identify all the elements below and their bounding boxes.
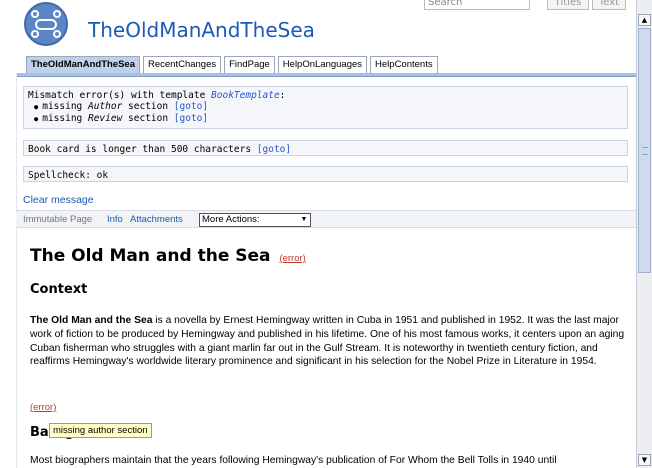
goto-review-link[interactable]: [goto]	[174, 113, 208, 124]
background-paragraph: Most biographers maintain that the years…	[30, 455, 557, 466]
page-title-text: The Old Man and the Sea	[30, 246, 271, 266]
context-heading: Context	[30, 282, 88, 297]
nav-tabs: TheOldManAndTheSea RecentChanges FindPag…	[26, 56, 438, 73]
section-error-link[interactable]: (error)	[30, 402, 56, 413]
goto-card-link[interactable]: [goto]	[257, 144, 291, 155]
search-input[interactable]: Search	[424, 0, 530, 10]
error-item-section: Review	[87, 113, 123, 124]
context-paragraph: The Old Man and the Sea is a novella by …	[30, 314, 626, 369]
scroll-up-icon[interactable]: ▲	[638, 14, 651, 26]
list-item: missing Review section [goto]	[34, 113, 623, 125]
error-item-suffix: section	[122, 101, 174, 112]
template-error-message: Mismatch error(s) with template BookTemp…	[23, 86, 628, 129]
tab-theoldmanandthesea[interactable]: TheOldManAndTheSea	[26, 56, 140, 73]
error-item-section: Author	[87, 101, 123, 112]
content-left-border	[16, 73, 17, 468]
tab-underline-divider	[16, 73, 636, 77]
grip-icon	[642, 147, 648, 155]
tab-helponlanguages[interactable]: HelpOnLanguages	[277, 56, 368, 73]
error-item-prefix: missing	[42, 113, 88, 124]
list-item: missing Author section [goto]	[34, 101, 623, 113]
tab-recentchanges[interactable]: RecentChanges	[142, 56, 222, 73]
scroll-down-icon[interactable]: ▼	[638, 454, 651, 466]
clear-message-link[interactable]: Clear message	[23, 194, 94, 206]
title-error-link[interactable]: (error)	[279, 253, 305, 264]
immutable-page-label: Immutable Page	[23, 214, 93, 225]
scroll-thumb[interactable]	[638, 28, 651, 273]
titles-search-button[interactable]: Titles	[547, 0, 589, 10]
site-title-link[interactable]: TheOldManAndTheSea	[88, 18, 315, 42]
more-actions-label: More Actions:	[202, 214, 260, 225]
template-error-suffix: :	[279, 90, 286, 101]
error-tooltip: missing author section	[49, 423, 152, 438]
booktemplate-link[interactable]: BookTemplate	[211, 90, 280, 101]
goto-author-link[interactable]: [goto]	[174, 101, 208, 112]
tab-findpage[interactable]: FindPage	[224, 56, 275, 73]
vertical-scrollbar[interactable]: ▲ ▼	[636, 0, 652, 468]
error-item-suffix: section	[122, 113, 174, 124]
template-error-line: Mismatch error(s) with template BookTemp…	[28, 90, 623, 101]
card-length-text: Book card is longer than 500 characters	[28, 144, 257, 155]
more-actions-select[interactable]: More Actions: ▼	[199, 213, 311, 227]
page-title: The Old Man and the Sea (error)	[30, 246, 306, 266]
chevron-down-icon: ▼	[300, 216, 308, 223]
error-item-prefix: missing	[42, 101, 88, 112]
template-error-prefix: Mismatch error(s) with template	[28, 90, 212, 101]
text-search-button[interactable]: Text	[592, 0, 626, 10]
wiki-logo[interactable]	[24, 2, 68, 46]
tab-helpcontents[interactable]: HelpContents	[370, 56, 438, 73]
wiki-page: TheOldManAndTheSea Search Titles Text Th…	[0, 0, 652, 468]
page-action-bar: Immutable Page Info Attachments More Act…	[16, 210, 636, 228]
spellcheck-message: Spellcheck: ok	[23, 166, 628, 182]
book-title-bold: The Old Man and the Sea	[30, 315, 153, 326]
card-length-message: Book card is longer than 500 characters …	[23, 140, 628, 156]
attachments-link[interactable]: Attachments	[130, 214, 183, 225]
info-link[interactable]: Info	[107, 214, 123, 225]
template-error-list: missing Author section [goto] missing Re…	[28, 101, 623, 125]
